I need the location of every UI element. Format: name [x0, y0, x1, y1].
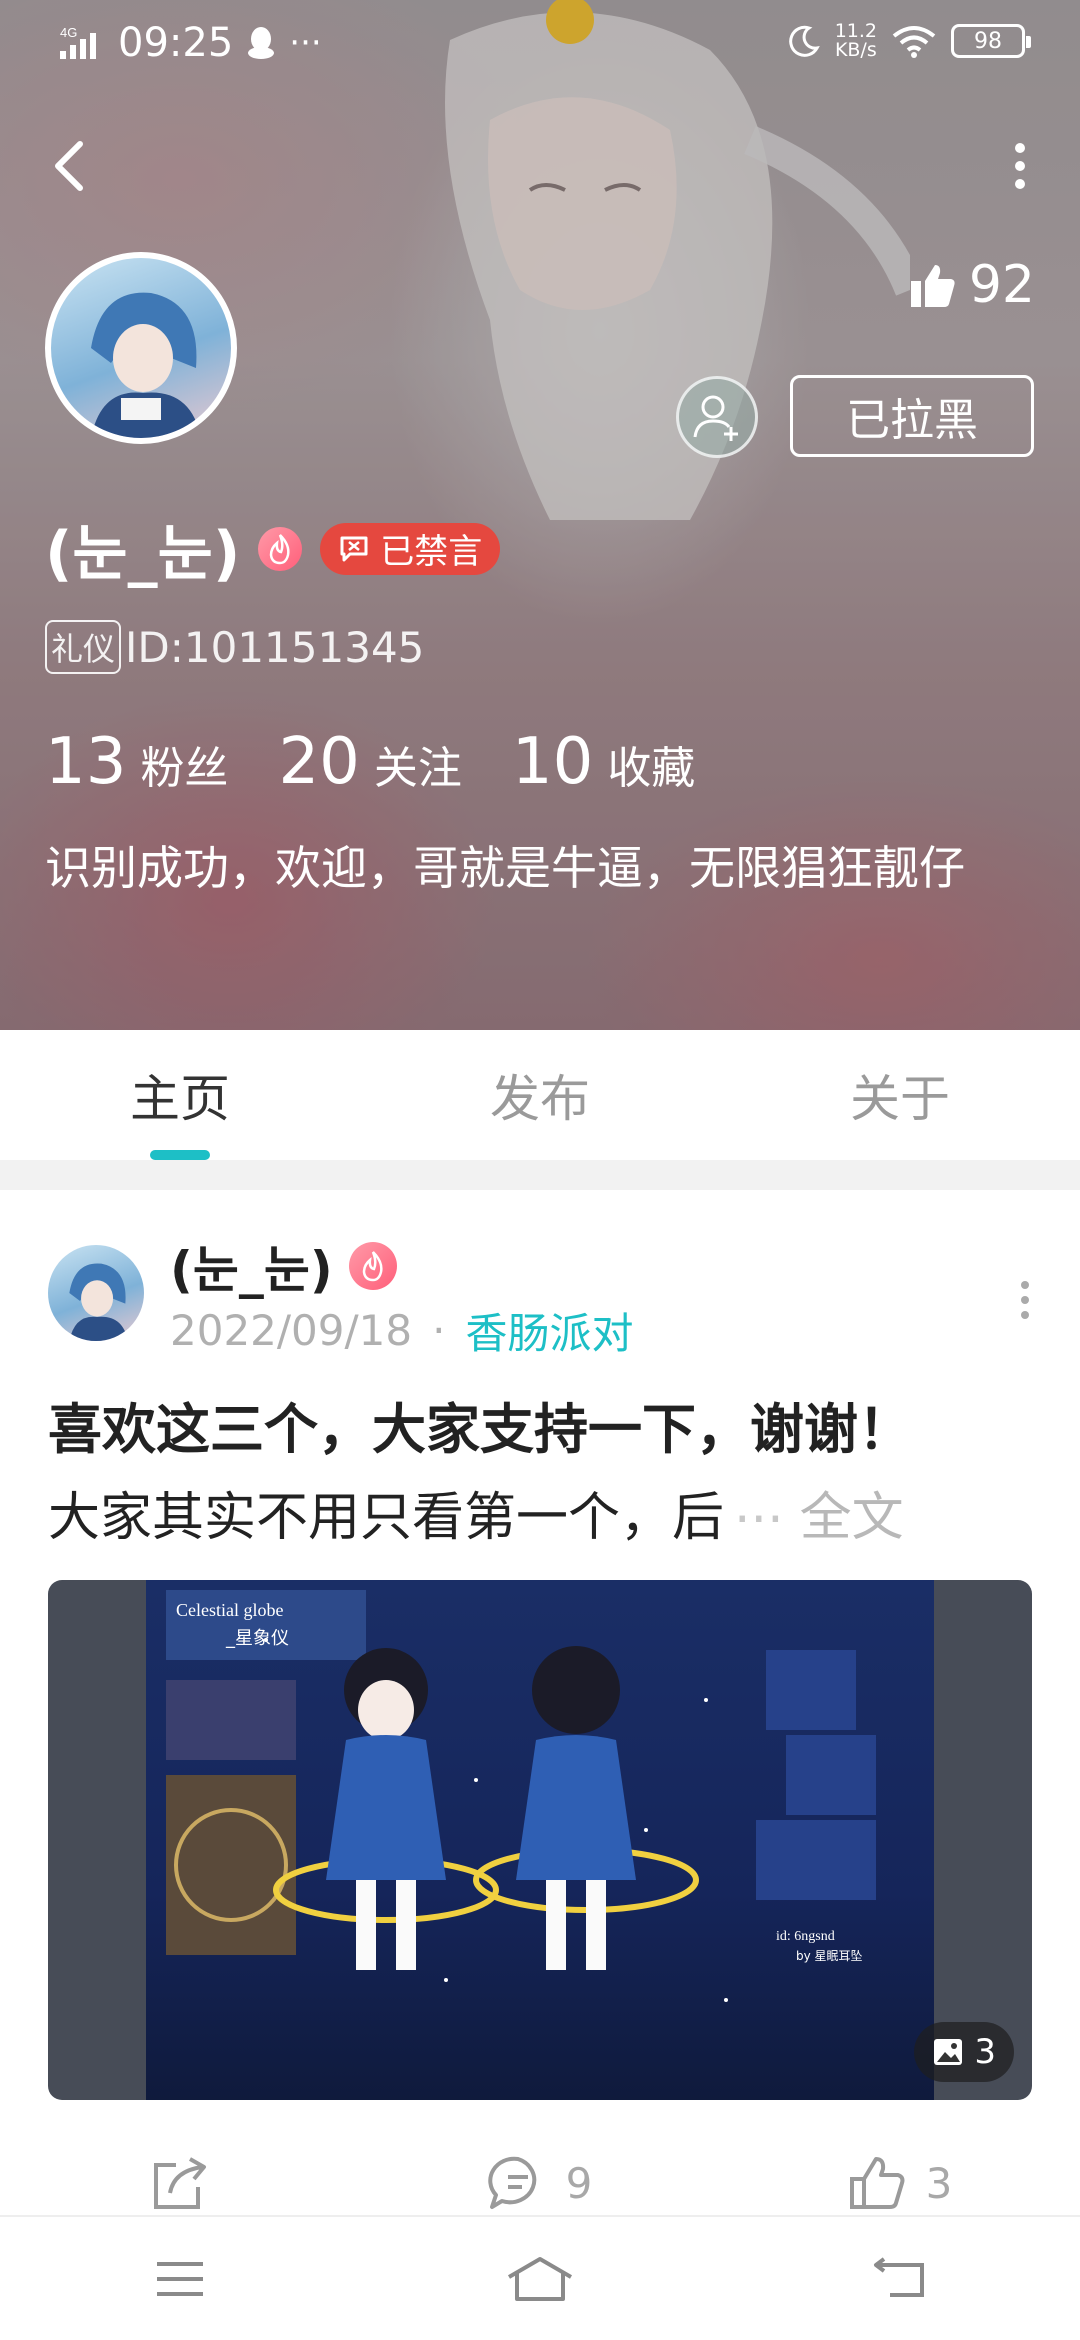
menu-icon: [157, 2261, 203, 2296]
favorites-stat[interactable]: 10 收藏: [512, 725, 695, 799]
followers-count: 13: [45, 725, 127, 799]
comment-icon: [487, 2156, 536, 2209]
user-add-icon: [693, 395, 738, 441]
meta-separator: ·: [432, 1306, 446, 1355]
blocked-button[interactable]: 已拉黑: [790, 375, 1034, 457]
qq-icon: [248, 27, 275, 59]
section-divider: [0, 1160, 1080, 1190]
tab-about[interactable]: 关于: [720, 1030, 1080, 1160]
status-more-indicator: ···: [289, 23, 322, 63]
post-actions: 9 3: [0, 2148, 1080, 2218]
svg-text:Celestial globe: Celestial globe: [176, 1600, 283, 1620]
flame-badge-icon: [348, 1242, 397, 1290]
thumbs-up-icon: [849, 2157, 905, 2209]
active-tab-indicator: [150, 1150, 210, 1160]
name-row: (눈_눈) 已禁言: [45, 505, 501, 592]
svg-text:by 星眠耳坠: by 星眠耳坠: [796, 1949, 863, 1963]
following-label: 关注: [373, 743, 462, 794]
mute-chat-icon: [340, 536, 368, 561]
profile-likes[interactable]: 92: [909, 255, 1035, 315]
muted-status-badge: 已禁言: [320, 522, 501, 575]
post-card[interactable]: (눈_눈) 2022/09/18 · 香肠派对 喜欢这三个，大家支持一下，谢谢！…: [0, 1190, 1080, 2215]
post-image-artwork: Celestial globe _星象仪 id: 6ngsnd by 星眠耳坠: [146, 1580, 934, 2100]
status-bar: 4G 09:25 ··· 11.2 KB/s 98: [0, 0, 1080, 90]
post-title: 喜欢这三个，大家支持一下，谢谢！: [48, 1398, 912, 1461]
post-meta: 2022/09/18 · 香肠派对: [170, 1300, 633, 1361]
add-friend-button[interactable]: [676, 376, 758, 458]
image-count: 3: [974, 2032, 996, 2072]
wifi-icon: [892, 26, 936, 58]
back-arrow-icon: [874, 2256, 924, 2297]
image-count-badge: 3: [914, 2022, 1014, 2082]
profile-avatar[interactable]: [45, 252, 237, 444]
read-full-text-link[interactable]: 全文: [800, 1475, 904, 1550]
profile-username: (눈_눈): [45, 519, 241, 589]
system-navigation-bar: [0, 2215, 1080, 2340]
home-icon: [507, 2256, 573, 2301]
post-author-name[interactable]: (눈_눈): [170, 1230, 333, 1302]
network-speed: 11.2 KB/s: [834, 20, 877, 61]
post-author-avatar[interactable]: [48, 1245, 144, 1341]
nav-back-button[interactable]: [720, 2217, 1080, 2340]
avatar-image: [69, 1263, 128, 1341]
post-date: 2022/09/18: [170, 1306, 413, 1355]
profile-stats: 13 粉丝 20 关注 10 收藏: [45, 725, 745, 799]
post-ellipsis: ...: [734, 1475, 784, 1535]
moon-icon: [788, 25, 820, 57]
image-icon: [934, 2039, 963, 2065]
profile-likes-count: 92: [968, 255, 1035, 315]
following-count: 20: [278, 725, 360, 799]
signal-icon: 4G: [60, 25, 96, 59]
share-icon: [154, 2157, 206, 2209]
svg-text:_星象仪: _星象仪: [225, 1628, 289, 1649]
post-topic-link[interactable]: 香肠派对: [465, 1300, 633, 1361]
profile-tabs: 主页 发布 关于: [0, 1030, 1080, 1160]
favorites-count: 10: [511, 725, 594, 799]
profile-bio: 识别成功，欢迎，哥就是牛逼，无限猖狂靓仔: [45, 841, 965, 895]
share-button[interactable]: [0, 2148, 360, 2218]
followers-label: 粉丝: [140, 743, 229, 794]
more-vertical-icon: [1015, 143, 1025, 189]
avatar-image: [91, 292, 201, 438]
status-time: 09:25: [118, 20, 234, 66]
comment-button[interactable]: 9: [360, 2148, 720, 2218]
like-button[interactable]: 3: [720, 2148, 1080, 2218]
user-id-row: 礼仪 ID:101151345: [45, 620, 424, 674]
muted-status-label: 已禁言: [380, 532, 483, 572]
post-more-button[interactable]: [1010, 1275, 1040, 1325]
back-button[interactable]: [40, 130, 100, 200]
like-count: 3: [925, 2158, 953, 2208]
svg-text:4G: 4G: [60, 25, 77, 40]
etiquette-tag: 礼仪: [45, 620, 122, 674]
tab-posts[interactable]: 发布: [360, 1030, 720, 1160]
post-author-row: (눈_눈): [170, 1230, 397, 1302]
followers-stat[interactable]: 13 粉丝: [45, 725, 228, 799]
more-vertical-icon: [1021, 1281, 1029, 1319]
nav-home-button[interactable]: [360, 2217, 720, 2340]
chevron-left-icon: [55, 141, 83, 191]
battery-indicator: 98: [951, 24, 1031, 58]
user-id: ID:101151345: [125, 622, 425, 672]
artwork-illustration: Celestial globe _星象仪 id: 6ngsnd by 星眠耳坠: [166, 1590, 876, 2002]
post-body: 大家其实不用只看第一个，后 ... 全文: [48, 1475, 1038, 1550]
following-stat[interactable]: 20 关注: [278, 725, 461, 799]
tab-home[interactable]: 主页: [0, 1030, 360, 1160]
flame-badge-icon: [258, 526, 303, 571]
nav-menu-button[interactable]: [0, 2217, 360, 2340]
more-options-button[interactable]: [990, 130, 1050, 200]
svg-text:id: 6ngsnd: id: 6ngsnd: [776, 1929, 835, 1944]
post-body-text: 大家其实不用只看第一个，后: [48, 1488, 725, 1548]
post-image[interactable]: Celestial globe _星象仪 id: 6ngsnd by 星眠耳坠: [48, 1580, 1032, 2100]
comment-count: 9: [565, 2158, 593, 2208]
thumbs-up-icon: [910, 265, 955, 307]
profile-header: 4G 09:25 ··· 11.2 KB/s 98 92 已拉黑 (눈_눈) 已…: [0, 0, 1080, 1030]
favorites-label: 收藏: [607, 743, 696, 794]
